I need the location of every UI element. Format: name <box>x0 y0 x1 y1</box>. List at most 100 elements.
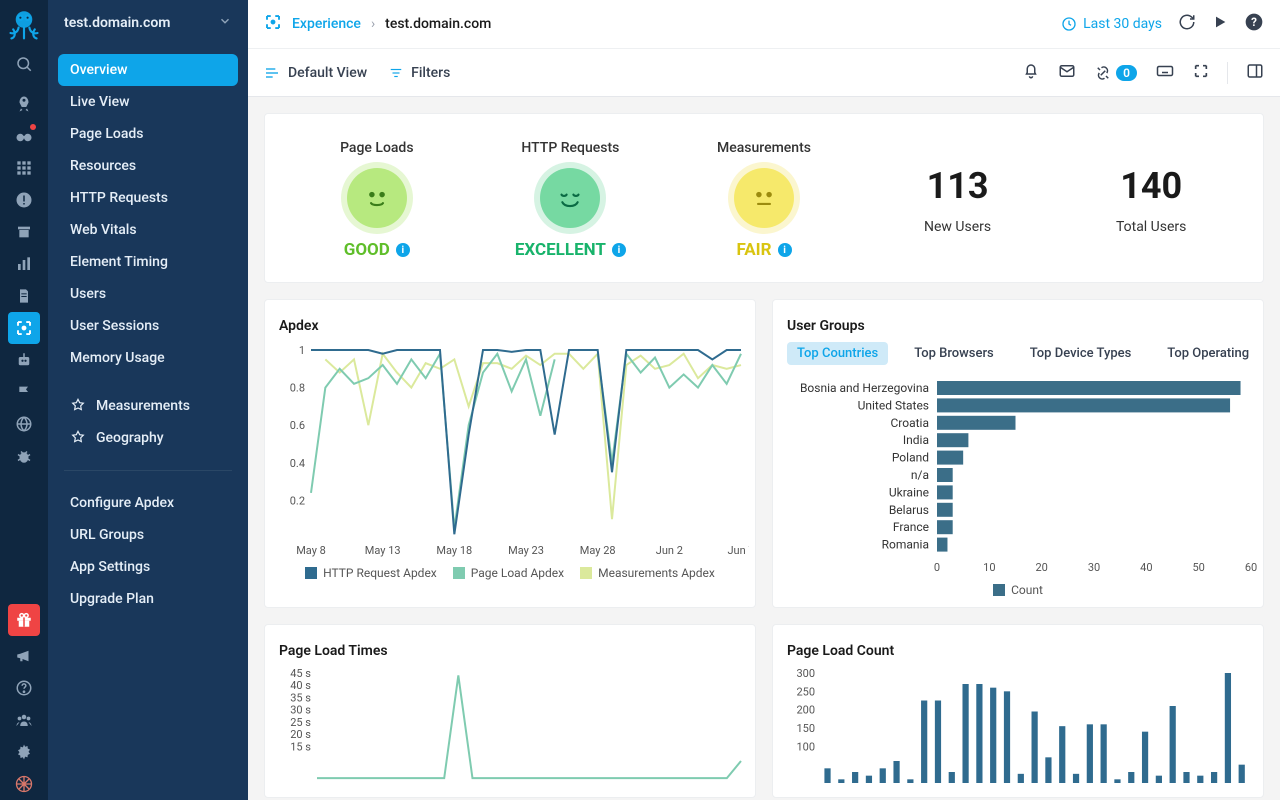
user-groups-tab[interactable]: Top Countries <box>787 342 888 365</box>
info-icon[interactable]: i <box>778 243 792 257</box>
svg-text:Croatia: Croatia <box>890 416 929 430</box>
sidebar-app-name: test.domain.com <box>64 15 170 31</box>
nav-network-icon[interactable] <box>0 768 48 800</box>
nav-robot-icon[interactable] <box>0 344 48 376</box>
sidebar-item[interactable]: URL Groups <box>58 519 238 551</box>
sidebar-item[interactable]: Upgrade Plan <box>58 583 238 615</box>
breadcrumb-current: test.domain.com <box>385 16 491 32</box>
svg-text:France: France <box>893 520 929 534</box>
svg-text:250: 250 <box>796 685 815 698</box>
nav-grid-icon[interactable] <box>0 152 48 184</box>
help-icon[interactable]: ? <box>1244 12 1264 36</box>
svg-text:0.6: 0.6 <box>290 419 305 432</box>
nav-rocket-icon[interactable] <box>0 88 48 120</box>
nav-gift-icon[interactable] <box>8 604 40 636</box>
svg-text:0: 0 <box>934 561 940 574</box>
sidebar-item[interactable]: Overview <box>58 54 238 86</box>
fullscreen-icon[interactable] <box>1193 63 1209 83</box>
mail-icon[interactable] <box>1058 62 1076 84</box>
apdex-title: Apdex <box>279 318 741 334</box>
face-good-icon <box>347 168 407 228</box>
svg-text:200: 200 <box>796 704 815 717</box>
sidebar: test.domain.com OverviewLive ViewPage Lo… <box>48 0 248 800</box>
product-logo <box>6 6 42 42</box>
svg-text:May 13: May 13 <box>365 544 401 557</box>
svg-text:Bosnia and Herzegovina: Bosnia and Herzegovina <box>800 381 929 395</box>
apdex-legend: HTTP Request Apdex Page Load Apdex Measu… <box>279 566 741 580</box>
svg-text:May 8: May 8 <box>296 544 326 557</box>
sidebar-item[interactable]: Geography <box>58 422 238 454</box>
page-load-times-chart[interactable]: 15 s20 s25 s30 s35 s40 s45 s <box>279 667 749 787</box>
icon-rail <box>0 0 48 800</box>
sidebar-item[interactable]: Users <box>58 278 238 310</box>
user-groups-tab[interactable]: Top Operating Systems <box>1157 342 1249 365</box>
sidebar-item[interactable]: HTTP Requests <box>58 182 238 214</box>
sidebar-item[interactable]: Measurements <box>58 390 238 422</box>
nav-bug-icon[interactable] <box>0 440 48 472</box>
page-load-count-chart[interactable]: 100150200250300 <box>787 667 1257 787</box>
clock-icon <box>1061 16 1077 32</box>
summary-measurements: Measurements FAIRi <box>672 140 856 260</box>
nav-settings-icon[interactable] <box>0 736 48 768</box>
svg-text:35 s: 35 s <box>290 691 311 704</box>
experience-icon <box>264 13 282 35</box>
nav-team-icon[interactable] <box>0 704 48 736</box>
sidebar-app-selector[interactable]: test.domain.com <box>48 0 248 46</box>
user-groups-chart[interactable]: Bosnia and HerzegovinaUnited StatesCroat… <box>787 377 1257 577</box>
info-icon[interactable]: i <box>396 243 410 257</box>
user-groups-tab[interactable]: Top Browsers <box>904 342 1004 365</box>
svg-text:Jun 7: Jun 7 <box>727 544 749 557</box>
nav-flag-icon[interactable] <box>0 376 48 408</box>
play-icon[interactable] <box>1212 14 1228 34</box>
apdex-chart[interactable]: 0.20.40.60.81May 8May 13May 18May 23May … <box>279 342 749 560</box>
svg-text:20: 20 <box>1035 561 1047 574</box>
unlink-icon <box>1094 64 1112 82</box>
default-view-button[interactable]: Default View <box>264 65 367 81</box>
chevron-down-icon <box>218 14 232 32</box>
breadcrumb-root[interactable]: Experience <box>292 16 361 32</box>
nav-experience-icon[interactable] <box>8 312 40 344</box>
svg-text:10: 10 <box>983 561 995 574</box>
sidebar-item[interactable]: User Sessions <box>58 310 238 342</box>
nav-globe-icon[interactable] <box>0 408 48 440</box>
nav-doc-icon[interactable] <box>0 280 48 312</box>
sidebar-item[interactable]: Configure Apdex <box>58 487 238 519</box>
sidebar-item[interactable]: App Settings <box>58 551 238 583</box>
svg-text:50: 50 <box>1192 561 1204 574</box>
nav-alert-icon[interactable] <box>0 184 48 216</box>
panel-toggle-icon[interactable] <box>1246 62 1264 84</box>
filters-button[interactable]: Filters <box>389 65 450 81</box>
svg-text:Belarus: Belarus <box>889 503 929 517</box>
nav-binoculars-icon[interactable] <box>0 120 48 152</box>
sidebar-item[interactable]: Resources <box>58 150 238 182</box>
page-load-times-card: Page Load Times 15 s20 s25 s30 s35 s40 s… <box>264 624 756 798</box>
sidebar-item[interactable]: Page Loads <box>58 118 238 150</box>
link-badge[interactable]: 0 <box>1094 64 1137 82</box>
nav-search-icon[interactable] <box>0 48 48 80</box>
user-groups-card: User Groups Top CountriesTop BrowsersTop… <box>772 299 1264 608</box>
bell-icon[interactable] <box>1022 62 1040 84</box>
info-icon[interactable]: i <box>612 243 626 257</box>
sidebar-item[interactable]: Live View <box>58 86 238 118</box>
time-range-selector[interactable]: Last 30 days <box>1061 16 1162 32</box>
summary-http-requests: HTTP Requests EXCELLENTi <box>479 140 663 260</box>
sidebar-item[interactable]: Memory Usage <box>58 342 238 374</box>
nav-help-icon[interactable] <box>0 672 48 704</box>
sidebar-item[interactable]: Web Vitals <box>58 214 238 246</box>
nav-bars-icon[interactable] <box>0 248 48 280</box>
nav-archive-icon[interactable] <box>0 216 48 248</box>
page-load-times-title: Page Load Times <box>279 643 741 659</box>
svg-text:?: ? <box>1251 15 1257 29</box>
svg-text:100: 100 <box>796 740 815 753</box>
svg-text:30 s: 30 s <box>290 704 311 717</box>
sidebar-item[interactable]: Element Timing <box>58 246 238 278</box>
refresh-icon[interactable] <box>1178 13 1196 35</box>
user-groups-tab[interactable]: Top Device Types <box>1020 342 1142 365</box>
summary-new-users: 113 New Users <box>866 165 1050 235</box>
keyboard-icon[interactable] <box>1155 62 1175 84</box>
svg-text:0.8: 0.8 <box>290 382 305 395</box>
nav-megaphone-icon[interactable] <box>0 640 48 672</box>
svg-text:Ukraine: Ukraine <box>889 485 929 499</box>
topbar: Experience › test.domain.com Last 30 day… <box>248 0 1280 97</box>
svg-text:40 s: 40 s <box>290 679 311 692</box>
